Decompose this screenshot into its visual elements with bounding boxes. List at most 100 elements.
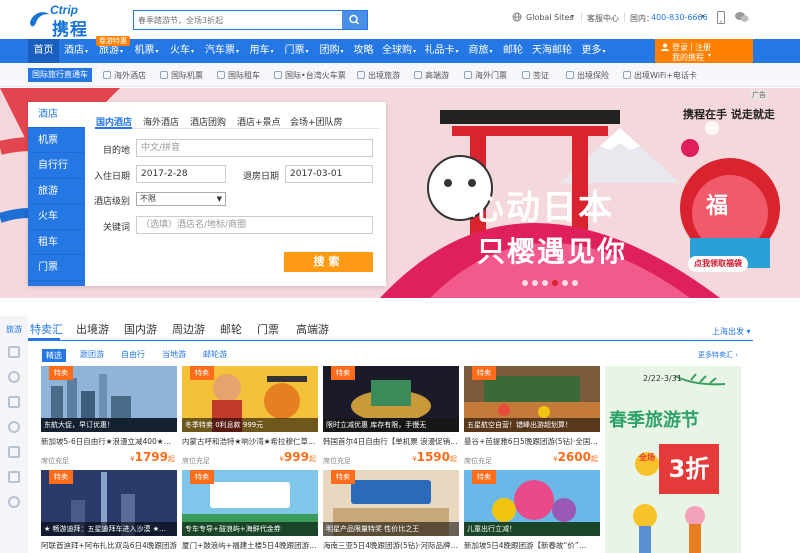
nav-tianhai-cruise[interactable]: 天海邮轮 [528, 39, 576, 63]
mobile-icon[interactable] [717, 11, 725, 24]
more-deals-label: 更多特卖汇 [698, 351, 733, 359]
nav-gift-card[interactable]: 礼品卡▾ [420, 39, 463, 63]
subnav-premium-tour[interactable]: 高端游 [414, 70, 449, 81]
keyword-input[interactable]: （选填）酒店名/地标/商圈 [136, 216, 373, 234]
deal-card[interactable]: 特卖 东航大促，早订优惠！ 新加坡5-6日自由行★浪漫立减400★… 席位充足 … [41, 366, 177, 470]
departure-city[interactable]: 上海出发 ▾ [712, 326, 751, 337]
subnav-intl-train[interactable]: 国际•台湾火车票 [274, 70, 346, 81]
nav-hotel[interactable]: 酒店▾ [59, 39, 93, 63]
nav-groupbuy[interactable]: 团购▾ [314, 39, 349, 63]
subnav-visa[interactable]: 签证 [522, 70, 549, 81]
subnav-overseas-ticket[interactable]: 海外门票 [464, 70, 507, 81]
deal-description[interactable]: 新加坡5日4晚跟团游【新春故“价”… [464, 540, 600, 551]
wechat-icon[interactable] [735, 11, 749, 23]
deal-card[interactable]: 特卖 明星产品限量特奖 性价比之王 海南三亚5日4晚跟团游(5钻)·河际品牌… [323, 470, 459, 550]
search-icon [349, 14, 360, 25]
chip-featured[interactable]: 精选 [42, 349, 66, 362]
tab-premium[interactable]: 高端游 [296, 321, 329, 337]
tab-tickets[interactable]: 门票 [257, 321, 279, 337]
chip-free-travel[interactable]: 自由行 [121, 349, 145, 360]
tab-overseas-hotel[interactable]: 海外酒店 [143, 115, 179, 128]
tab-hotel-groupbuy[interactable]: 酒店团购 [190, 115, 226, 128]
nav-cruise[interactable]: 邮轮 [498, 39, 528, 63]
hotel-icon[interactable] [8, 346, 20, 358]
tab-special-sale[interactable]: 特卖汇 [30, 321, 63, 337]
car-icon[interactable] [8, 396, 20, 408]
deal-card[interactable]: 特卖 儿童出行立减！ 新加坡5日4晚跟团游【新春故“价”… [464, 470, 600, 550]
carousel-dot[interactable] [532, 280, 538, 286]
deal-card[interactable]: 特卖 冬季特卖 0利息款 999元 内蒙古呼和浩特★响沙湾★希拉穆仁草… 席位充… [182, 366, 318, 470]
customer-service-link[interactable]: 客服中心 [587, 13, 619, 24]
checkout-input[interactable]: 2017-03-01 [285, 165, 373, 183]
nav-flight[interactable]: 机票▾ [129, 39, 164, 63]
car-icon [217, 71, 225, 79]
deal-description[interactable]: 曼谷+芭提雅6日5晚跟团游(5钻)·全国… [464, 436, 600, 447]
ctrip-logo[interactable]: Ctrip 携程 [28, 3, 106, 40]
nav-car[interactable]: 用车▾ [244, 39, 279, 63]
tab-hotel-sight[interactable]: 酒店+景点 [237, 115, 281, 128]
nav-guide[interactable]: 攻略 [349, 39, 378, 63]
shield-icon [566, 71, 574, 79]
claim-bag-button[interactable]: 点我领取福袋 [688, 256, 748, 272]
deal-card[interactable]: 特卖 限时立减优惠 库存有限，手慢无 韩国首尔4日自由行【单机票 浪漫促销… 席… [323, 366, 459, 470]
nav-global-buy[interactable]: 全球购▾ [378, 39, 420, 63]
tab-outbound[interactable]: 出境游 [76, 321, 109, 337]
subnav-intl-flight[interactable]: 国际机票 [160, 70, 203, 81]
global-sites-link[interactable]: Global Sites [526, 13, 574, 22]
nav-business[interactable]: 商旅▾ [463, 39, 498, 63]
hotel-level-select[interactable]: 不限 ▼ [136, 192, 226, 206]
deal-description[interactable]: 韩国首尔4日自由行【单机票 浪漫促销… [323, 436, 459, 447]
nav-ticket[interactable]: 门票▾ [279, 39, 314, 63]
bag-icon[interactable] [8, 471, 20, 483]
nav-more[interactable]: 更多▾ [576, 39, 611, 63]
deal-card[interactable]: 特卖 专车专导+鼓浪屿+海鲜代金券 厦门+鼓浪屿+福建土楼5日4晚跟团游… [182, 470, 318, 550]
tab-cruise[interactable]: 邮轮 [220, 321, 242, 337]
nav-bus[interactable]: 汽车票▾ [200, 39, 244, 63]
carousel-dot[interactable] [572, 280, 578, 286]
subnav-overseas-hotel[interactable]: 海外酒店 [103, 70, 146, 81]
more-deals-link[interactable]: 更多特卖汇 › [698, 350, 738, 360]
nav-train[interactable]: 火车▾ [164, 39, 200, 63]
carousel-dot[interactable] [522, 280, 528, 286]
subnav-wifi[interactable]: 出境WiFi+电话卡 [623, 70, 697, 81]
hotline-number: 400-830-6666 [651, 13, 708, 22]
chip-local-tour[interactable]: 当地游 [162, 349, 186, 360]
destination-input[interactable]: 中文/拼音 [136, 139, 373, 157]
subnav-outbound-tour[interactable]: 出境旅游 [357, 70, 400, 81]
tab-nearby[interactable]: 周边游 [172, 321, 205, 337]
deal-description[interactable]: 内蒙古呼和浩特★响沙湾★希拉穆仁草… [182, 436, 318, 447]
ticket-icon[interactable] [8, 446, 20, 458]
checkin-input[interactable]: 2017-2-28 [136, 165, 226, 183]
deal-description[interactable]: 海南三亚5日4晚跟团游(5钻)·河际品牌… [323, 540, 459, 551]
chip-cruise-tour[interactable]: 邮轮游 [203, 349, 227, 360]
carousel-dot[interactable] [562, 280, 568, 286]
deal-description[interactable]: 厦门+鼓浪屿+福建土楼5日4晚跟团游… [182, 540, 318, 551]
side-tab-ticket[interactable]: 门票 [28, 255, 85, 281]
my-trip-panel[interactable]: 登录 | 注册 我的携程 ▾ [655, 39, 753, 63]
search-button[interactable] [342, 11, 367, 29]
deal-description[interactable]: 阿联酋迪拜+阿布扎比双岛6日4晚跟团游 [41, 540, 177, 551]
deal-card[interactable]: 特卖 五星航空自营！错峰出游超划算！ 曼谷+芭提雅6日5晚跟团游(5钻)·全国…… [464, 366, 600, 470]
plane-icon[interactable] [8, 371, 20, 383]
carousel-dot-active[interactable] [552, 280, 558, 286]
grid-icon[interactable] [8, 496, 20, 508]
location-icon[interactable] [8, 421, 20, 433]
side-tab-hotel[interactable]: 酒店 [28, 102, 85, 128]
subnav-intl-car[interactable]: 国际租车 [217, 70, 260, 81]
subnav-insurance[interactable]: 出境保险 [566, 70, 609, 81]
chip-group-tour[interactable]: 跟团游 [80, 349, 104, 360]
side-tab-car[interactable]: 租车 [28, 230, 85, 255]
nav-travel-label: 旅游 [98, 45, 119, 56]
deal-description[interactable]: 新加坡5-6日自由行★浪漫立减400★… [41, 436, 177, 447]
carousel-dot[interactable] [542, 280, 548, 286]
promo-dates: 2/22-3/31 [643, 374, 682, 383]
my-trip-link[interactable]: 我的携程 [672, 52, 704, 63]
tab-venue-group[interactable]: 会场+团队房 [290, 115, 343, 128]
tab-domestic[interactable]: 国内游 [124, 321, 157, 337]
nav-home[interactable]: 首页 [28, 39, 59, 63]
deal-price-value: 2600 [557, 450, 591, 464]
hotel-search-button[interactable]: 搜索 [284, 252, 373, 272]
deal-card[interactable]: 特卖 ★ 畅游迪拜：五星迪拜车进入沙漠 ★… 阿联酋迪拜+阿布扎比双岛6日4晚跟… [41, 470, 177, 550]
search-input[interactable] [134, 11, 342, 29]
spring-festival-promo[interactable]: 2/22-3/31 春季旅游节 全场 3折 [605, 366, 741, 553]
